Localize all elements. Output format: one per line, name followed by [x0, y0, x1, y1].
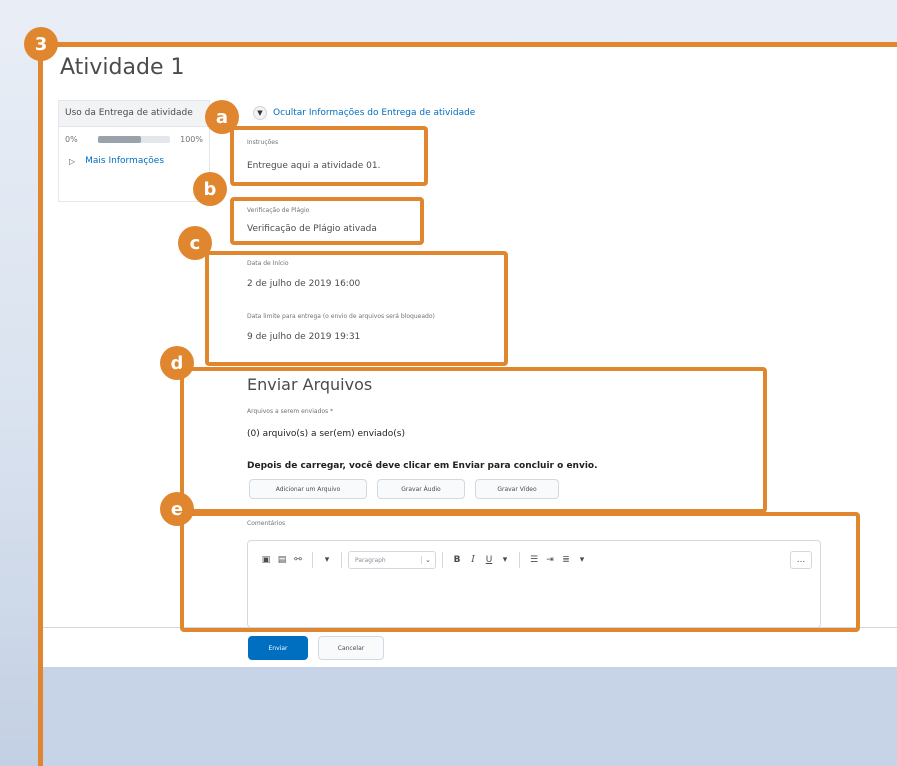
highlight-c: [205, 251, 508, 366]
cancel-button[interactable]: Cancelar: [318, 636, 384, 660]
badge-b: b: [193, 172, 227, 206]
upload-heading: Enviar Arquivos: [247, 375, 373, 394]
due-date-label: Data limite para entrega (o envio de arq…: [247, 313, 435, 320]
page-title: Atividade 1: [60, 55, 185, 80]
progress-fill: [97, 136, 142, 143]
toolbar-divider: [312, 552, 313, 568]
submit-button[interactable]: Enviar: [248, 636, 308, 660]
assignment-usage-panel: Uso da Entrega de atividade 0% 100% ▷ Ma…: [58, 100, 210, 202]
highlight-frame-top: [40, 42, 897, 47]
format-select-value: Paragraph: [355, 556, 386, 564]
triangle-right-icon: ▷: [69, 156, 76, 166]
add-file-button[interactable]: Adicionar um Arquivo: [249, 479, 367, 499]
underline-icon[interactable]: U: [481, 552, 497, 568]
insert-link-icon[interactable]: ⚯: [290, 552, 306, 568]
hide-info-label: Ocultar Informações do Entrega de ativid…: [273, 108, 476, 118]
files-value: (0) arquivo(s) a ser(em) enviado(s): [247, 429, 405, 439]
toolbar-divider: [341, 552, 342, 568]
instructions-label: Instruções: [247, 139, 279, 146]
insert-image-icon[interactable]: ▣: [258, 552, 274, 568]
more-info-label: Mais Informações: [85, 156, 165, 166]
more-info-link[interactable]: ▷ Mais Informações: [59, 144, 209, 166]
text-style-dropdown-icon[interactable]: ▾: [497, 552, 513, 568]
progress-max-label: 100%: [180, 135, 203, 144]
plagiarism-value: Verificação de Plágio ativada: [247, 224, 377, 234]
files-label: Arquivos a serem enviados *: [247, 408, 334, 415]
comments-editor[interactable]: ▣ ▤ ⚯ ▾ Paragraph ⌄ B I U ▾ ☰ ⇥ ≣ ▾ ...: [247, 540, 821, 628]
bold-icon[interactable]: B: [449, 552, 465, 568]
editor-toolbar: ▣ ▤ ⚯ ▾ Paragraph ⌄ B I U ▾ ☰ ⇥ ≣ ▾: [258, 551, 590, 569]
badge-3: 3: [24, 27, 58, 61]
start-date-value: 2 de julho de 2019 16:00: [247, 279, 361, 289]
footer-band: [43, 667, 897, 766]
highlight-a: [230, 126, 428, 186]
indent-icon[interactable]: ⇥: [542, 552, 558, 568]
hide-info-toggle[interactable]: ▼ Ocultar Informações do Entrega de ativ…: [253, 106, 475, 120]
format-select[interactable]: Paragraph ⌄: [348, 551, 436, 569]
progress-row: 0% 100%: [59, 127, 209, 144]
align-left-icon[interactable]: ☰: [526, 552, 542, 568]
usage-panel-header: Uso da Entrega de atividade: [59, 101, 209, 127]
record-video-button[interactable]: Gravar Vídeo: [475, 479, 559, 499]
chevron-down-icon: ⌄: [421, 556, 431, 564]
highlight-frame-left: [38, 42, 43, 766]
toolbar-divider: [442, 552, 443, 568]
list-icon[interactable]: ≣: [558, 552, 574, 568]
toolbar-divider: [519, 552, 520, 568]
italic-icon[interactable]: I: [465, 552, 481, 568]
upload-instruction: Depois de carregar, você deve clicar em …: [247, 461, 598, 471]
more-options-button[interactable]: ...: [790, 551, 812, 569]
record-audio-button[interactable]: Gravar Áudio: [377, 479, 465, 499]
plagiarism-label: Verificação de Plágio: [247, 207, 310, 214]
insert-media-icon[interactable]: ▤: [274, 552, 290, 568]
instructions-value: Entregue aqui a atividade 01.: [247, 161, 381, 171]
due-date-value: 9 de julho de 2019 19:31: [247, 332, 361, 342]
highlight-b: [230, 197, 424, 245]
comments-label: Comentários: [247, 520, 286, 527]
progress-min-label: 0%: [65, 135, 78, 144]
chevron-down-icon: ▼: [253, 106, 267, 120]
start-date-label: Data de Início: [247, 260, 289, 267]
progress-bar: [97, 136, 171, 143]
paragraph-dropdown-icon[interactable]: ▾: [574, 552, 590, 568]
insert-dropdown-icon[interactable]: ▾: [319, 552, 335, 568]
